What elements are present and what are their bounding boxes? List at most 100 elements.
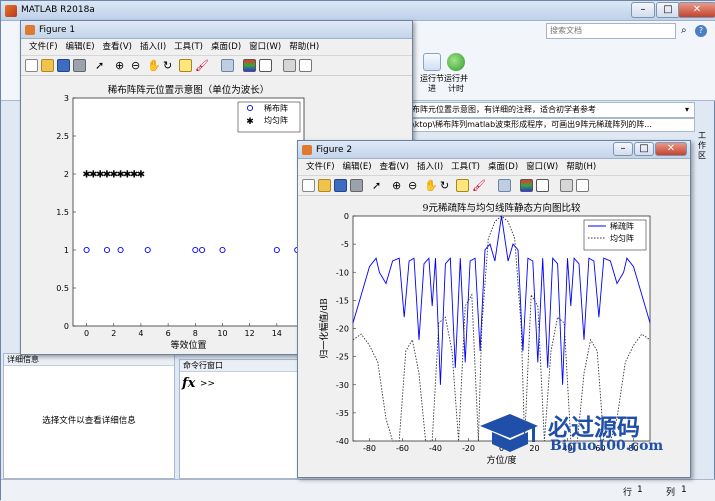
maximize-button[interactable]: □ xyxy=(656,2,680,18)
close-button[interactable]: ✕ xyxy=(678,2,715,18)
x-axis-label: 等效位置 xyxy=(170,339,206,351)
figure2-title-bar: Figure 2 – □ ✕ xyxy=(298,141,690,159)
new-figure-icon[interactable] xyxy=(302,179,315,192)
details-panel-header: 详细信息 xyxy=(4,354,174,366)
link-plot-icon[interactable] xyxy=(498,179,511,192)
address-dropdown-icon[interactable]: ▾ xyxy=(685,105,689,114)
pointer-icon[interactable]: ➚ xyxy=(95,59,108,72)
save-icon[interactable] xyxy=(334,179,347,192)
address-line1-text: 布阵元位置示意图，有详细的注释，适合初学者参考 xyxy=(412,105,596,114)
rotate-icon[interactable]: ↻ xyxy=(163,59,176,72)
legend-label: 稀布阵 xyxy=(264,103,288,113)
figure2-menubar: 文件(F) 编辑(E) 查看(V) 插入(I) 工具(T) 桌面(D) 窗口(W) 帮助(H) xyxy=(298,159,690,176)
zoom-out-icon[interactable]: ⊖ xyxy=(131,59,144,72)
figure2-minimize-button[interactable]: – xyxy=(613,142,633,156)
menu-window[interactable]: 窗口(W) xyxy=(522,159,562,176)
menu-file[interactable]: 文件(F) xyxy=(302,159,339,176)
x-tick-label: -20 xyxy=(462,444,475,453)
menu-desktop[interactable]: 桌面(D) xyxy=(207,39,245,56)
x-tick-label: -40 xyxy=(429,444,442,453)
brush-icon[interactable]: 🖌 xyxy=(195,59,209,72)
search-docs-input[interactable]: 搜索文档 xyxy=(546,23,676,39)
hide-tools-icon[interactable] xyxy=(283,59,296,72)
save-icon[interactable] xyxy=(57,59,70,72)
colorbar-icon[interactable] xyxy=(520,179,533,192)
open-file-icon[interactable] xyxy=(41,59,54,72)
y-axis-label: 归一化幅值/dB xyxy=(318,298,330,359)
menu-help[interactable]: 帮助(H) xyxy=(285,39,323,56)
y-tick-label: -35 xyxy=(336,409,349,418)
watermark-name: 必过源码 xyxy=(548,414,640,441)
fx-icon[interactable]: fx xyxy=(182,376,195,391)
print-icon[interactable] xyxy=(73,59,86,72)
command-prompt[interactable]: >> xyxy=(200,379,215,389)
pan-icon[interactable]: ✋ xyxy=(147,59,161,72)
menu-desktop[interactable]: 桌面(D) xyxy=(484,159,522,176)
y-tick-label: -25 xyxy=(336,353,349,362)
show-tools-icon[interactable] xyxy=(576,179,589,192)
show-tools-icon[interactable] xyxy=(299,59,312,72)
brush-icon[interactable]: 🖌 xyxy=(472,179,486,192)
figure2-maximize-button[interactable]: □ xyxy=(634,142,654,156)
figure2-title-text: Figure 2 xyxy=(316,145,353,155)
status-line-label: 行 xyxy=(623,488,633,498)
zoom-in-icon[interactable]: ⊕ xyxy=(392,179,405,192)
menu-window[interactable]: 窗口(W) xyxy=(245,39,285,56)
hide-tools-icon[interactable] xyxy=(560,179,573,192)
address-line2-text: \ktop\稀布阵列matlab波束形成程序，可画出9阵元稀疏阵列的阵... xyxy=(412,120,652,129)
status-line-value: 1 xyxy=(637,485,643,495)
side-tab-workspace[interactable]: 工作区 xyxy=(698,131,710,161)
x-tick-label: 8 xyxy=(193,329,198,338)
data-cursor-icon[interactable] xyxy=(179,59,192,72)
pointer-icon[interactable]: ➚ xyxy=(372,179,385,192)
zoom-out-icon[interactable]: ⊖ xyxy=(408,179,421,192)
figure2-toolbar: ➚ ⊕ ⊖ ✋ ↻ 🖌 xyxy=(298,176,690,196)
colorbar-icon[interactable] xyxy=(243,59,256,72)
search-icon[interactable]: ⌕ xyxy=(681,25,687,36)
menu-insert[interactable]: 插入(I) xyxy=(136,39,170,56)
watermark: 必过源码 Biguo100.com xyxy=(478,408,678,460)
help-icon[interactable]: ? xyxy=(695,25,707,37)
legend-label: 稀疏阵 xyxy=(610,221,634,231)
matlab-logo-icon xyxy=(5,5,17,17)
legend-icon[interactable] xyxy=(536,179,549,192)
menu-view[interactable]: 查看(V) xyxy=(99,39,136,56)
pan-icon[interactable]: ✋ xyxy=(424,179,438,192)
figure2-close-button[interactable]: ✕ xyxy=(655,142,687,156)
menu-view[interactable]: 查看(V) xyxy=(376,159,413,176)
zoom-in-icon[interactable]: ⊕ xyxy=(115,59,128,72)
run-and-time-label: 运行并 计时 xyxy=(444,74,468,93)
x-tick-label: -60 xyxy=(396,444,409,453)
data-point: ✱ xyxy=(137,170,145,181)
main-title-bar: MATLAB R2018a – □ ✕ xyxy=(1,1,715,21)
menu-tools[interactable]: 工具(T) xyxy=(447,159,484,176)
legend-label: 均匀阵 xyxy=(264,115,288,125)
menu-insert[interactable]: 插入(I) xyxy=(413,159,447,176)
figure1-title-bar: Figure 1 xyxy=(21,21,412,39)
run-and-time-button[interactable]: 运行并 计时 xyxy=(433,51,479,97)
new-figure-icon[interactable] xyxy=(25,59,38,72)
menu-help[interactable]: 帮助(H) xyxy=(562,159,600,176)
open-file-icon[interactable] xyxy=(318,179,331,192)
menu-edit[interactable]: 编辑(E) xyxy=(339,159,376,176)
menu-edit[interactable]: 编辑(E) xyxy=(62,39,99,56)
minimize-button[interactable]: – xyxy=(631,2,655,18)
command-window-header: 命令行窗口 xyxy=(180,360,298,372)
current-folder-path[interactable]: 布阵元位置示意图，有详细的注释，适合初学者参考 xyxy=(409,102,695,118)
details-panel: 详细信息 选择文件以查看详细信息 xyxy=(3,353,175,479)
print-icon[interactable] xyxy=(350,179,363,192)
link-plot-icon[interactable] xyxy=(221,59,234,72)
x-tick-label: 0 xyxy=(84,329,89,338)
y-tick-label: 2.5 xyxy=(56,132,69,141)
y-tick-label: 1.5 xyxy=(56,208,69,217)
editor-tab-path[interactable]: \ktop\稀布阵列matlab波束形成程序，可画出9阵元稀疏阵列的阵... xyxy=(409,118,695,132)
x-tick-label: 12 xyxy=(245,329,255,338)
command-window[interactable]: 命令行窗口 fx >> xyxy=(179,359,299,479)
rotate-icon[interactable]: ↻ xyxy=(440,179,453,192)
data-cursor-icon[interactable] xyxy=(456,179,469,192)
menu-file[interactable]: 文件(F) xyxy=(25,39,62,56)
legend-icon[interactable] xyxy=(259,59,272,72)
status-col-label: 列 xyxy=(666,488,676,498)
menu-tools[interactable]: 工具(T) xyxy=(170,39,207,56)
figure1-menubar: 文件(F) 编辑(E) 查看(V) 插入(I) 工具(T) 桌面(D) 窗口(W) 帮助(H) xyxy=(21,39,412,56)
